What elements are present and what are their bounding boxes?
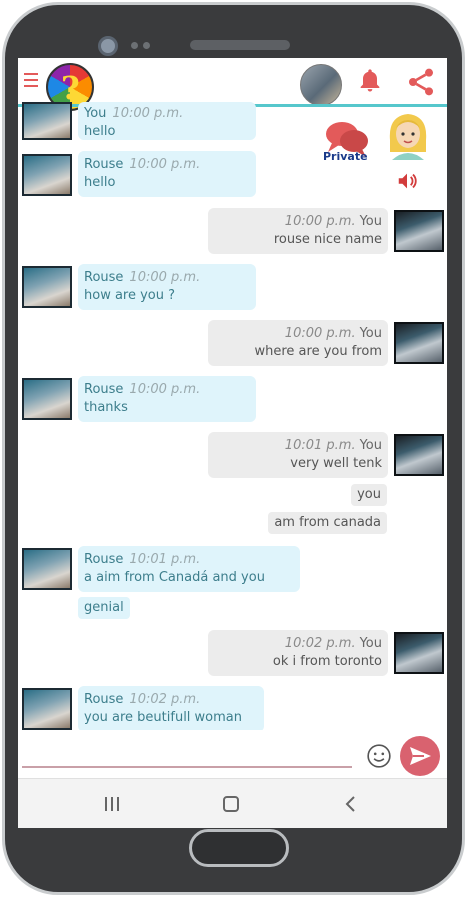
back-chevron-icon[interactable] bbox=[342, 794, 360, 814]
contact-thumbnail[interactable] bbox=[22, 154, 72, 196]
volume-icon[interactable] bbox=[394, 170, 420, 192]
private-label[interactable]: Private bbox=[323, 150, 368, 163]
message-bubble-incoming: Rouse 10:00 p.m. hello bbox=[78, 151, 256, 197]
sender-name: Rouse bbox=[84, 270, 124, 285]
contact-thumbnail[interactable] bbox=[22, 688, 72, 730]
hamburger-menu-icon[interactable] bbox=[24, 73, 38, 87]
sender-name: You bbox=[359, 214, 382, 229]
recents-icon[interactable] bbox=[102, 795, 122, 813]
message-bubble-incoming: Rouse 10:00 p.m. how are you ? bbox=[78, 264, 256, 310]
message-time: 10:01 p.m. bbox=[284, 438, 356, 453]
message-time: 10:02 p.m. bbox=[129, 692, 201, 707]
message-text: a aim from Canadá and you bbox=[84, 570, 265, 585]
android-nav-bar bbox=[18, 778, 447, 828]
my-thumbnail[interactable] bbox=[394, 632, 444, 674]
message-bubble-outgoing: 10:00 p.m. You where are you from bbox=[208, 320, 388, 366]
message-bubble-incoming: You 10:00 p.m. hello bbox=[78, 102, 256, 140]
message-time: 10:00 p.m. bbox=[129, 382, 201, 397]
message-text: thanks bbox=[84, 400, 128, 415]
my-thumbnail[interactable] bbox=[394, 434, 444, 476]
message-input[interactable] bbox=[24, 738, 354, 766]
message-text: rouse nice name bbox=[273, 232, 382, 247]
message-time: 10:02 p.m. bbox=[284, 636, 356, 651]
message-time: 10:00 p.m. bbox=[284, 326, 356, 341]
app-screen: ? You 10:00 p.m. hello Rouse 10:00 p.m. he… bbox=[18, 58, 447, 828]
message-bubble-outgoing: 10:01 p.m. You very well tenk bbox=[208, 432, 388, 478]
sender-name: Rouse bbox=[84, 382, 124, 397]
message-bubble-incoming: Rouse 10:02 p.m. you are beutifull woman bbox=[78, 686, 264, 732]
share-icon[interactable] bbox=[404, 66, 438, 98]
sender-name: Rouse bbox=[84, 692, 124, 707]
contact-thumbnail[interactable] bbox=[22, 102, 72, 140]
my-thumbnail[interactable] bbox=[394, 322, 444, 364]
earpiece-speaker bbox=[190, 40, 290, 50]
contact-thumbnail[interactable] bbox=[22, 266, 72, 308]
front-camera bbox=[98, 36, 118, 56]
message-bubble-incoming: genial bbox=[78, 597, 130, 619]
sender-name: Rouse bbox=[84, 157, 124, 172]
message-time: 10:00 p.m. bbox=[129, 157, 201, 172]
home-button[interactable] bbox=[189, 829, 289, 867]
home-square-icon[interactable] bbox=[221, 794, 241, 814]
message-text: hello bbox=[84, 175, 116, 190]
sensor-dot bbox=[143, 42, 150, 49]
message-text: very well tenk bbox=[290, 456, 382, 471]
message-time: 10:00 p.m. bbox=[112, 106, 184, 121]
sender-name: Rouse bbox=[84, 552, 124, 567]
profile-avatar[interactable] bbox=[300, 64, 342, 106]
message-time: 10:01 p.m. bbox=[129, 552, 201, 567]
message-text: hello bbox=[84, 124, 116, 139]
blonde-girl-avatar-icon[interactable] bbox=[386, 110, 430, 160]
message-text: how are you ? bbox=[84, 288, 176, 303]
message-time: 10:00 p.m. bbox=[284, 214, 356, 229]
input-underline bbox=[22, 766, 352, 768]
sender-name: You bbox=[84, 106, 107, 121]
sender-name: You bbox=[359, 636, 382, 651]
message-bubble-incoming: Rouse 10:01 p.m. a aim from Canadá and yo… bbox=[78, 546, 300, 592]
message-composer bbox=[18, 730, 447, 778]
message-text: you are beutifull woman bbox=[84, 710, 242, 725]
sender-name: You bbox=[359, 326, 382, 341]
message-bubble-outgoing: you bbox=[351, 484, 387, 506]
message-bubble-outgoing: 10:02 p.m. You ok i from toronto bbox=[208, 630, 388, 676]
contact-thumbnail[interactable] bbox=[22, 548, 72, 590]
message-bubble-outgoing: am from canada bbox=[268, 512, 387, 534]
sensor-dot bbox=[131, 42, 138, 49]
bell-icon[interactable] bbox=[356, 67, 384, 95]
my-thumbnail[interactable] bbox=[394, 210, 444, 252]
send-icon bbox=[410, 747, 431, 765]
message-text: ok i from toronto bbox=[272, 654, 382, 669]
smiley-icon[interactable] bbox=[366, 743, 392, 769]
send-button[interactable] bbox=[400, 736, 440, 776]
sender-name: You bbox=[359, 438, 382, 453]
message-text: where are you from bbox=[254, 344, 383, 359]
contact-thumbnail[interactable] bbox=[22, 378, 72, 420]
message-time: 10:00 p.m. bbox=[129, 270, 201, 285]
message-bubble-incoming: Rouse 10:00 p.m. thanks bbox=[78, 376, 256, 422]
message-bubble-outgoing: 10:00 p.m. You rouse nice name bbox=[208, 208, 388, 254]
app-header: ? bbox=[18, 58, 447, 111]
